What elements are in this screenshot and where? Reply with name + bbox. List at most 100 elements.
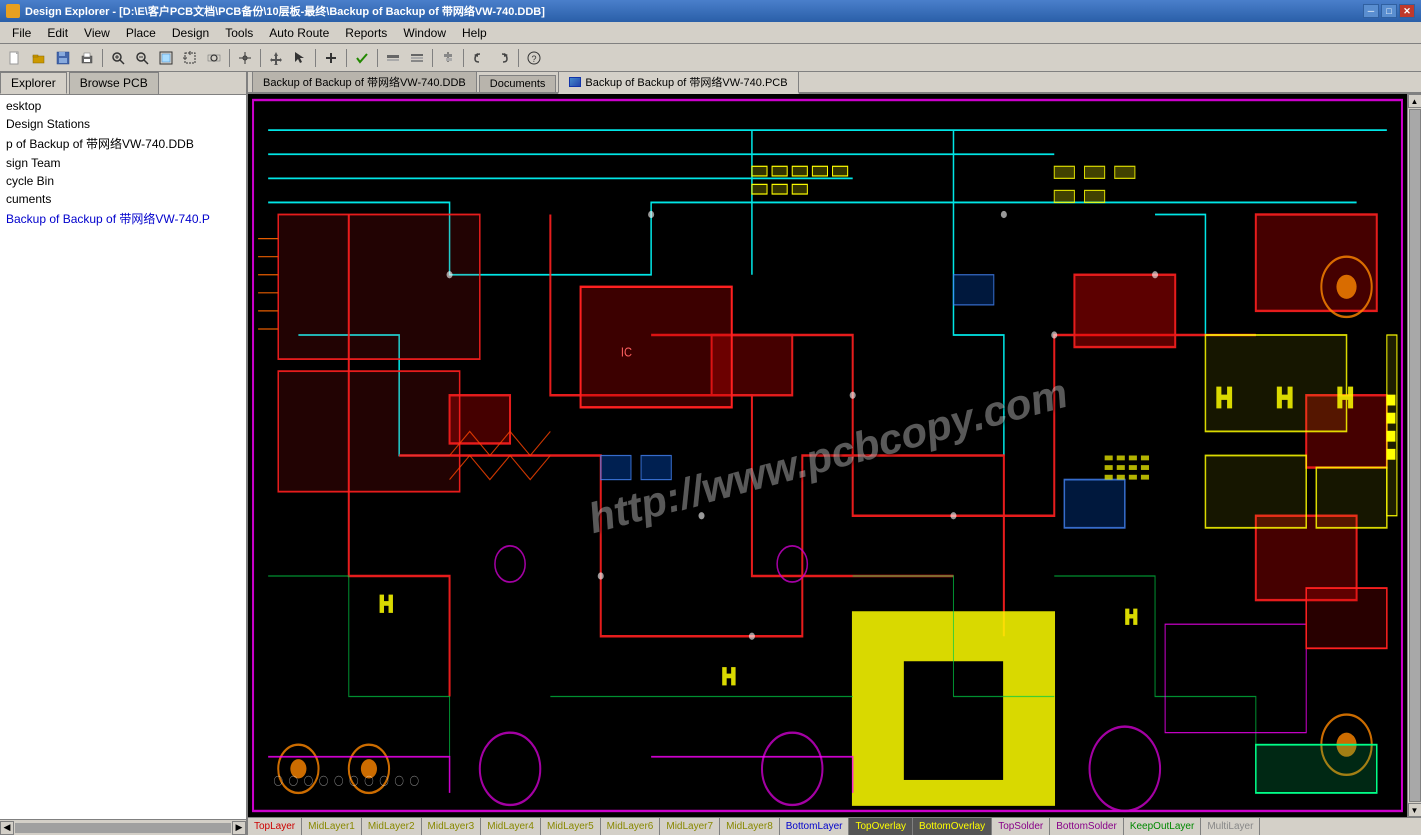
tree-item-ddb[interactable]: p of Backup of 带网络VW-740.DDB <box>2 133 244 154</box>
crosshair-button[interactable] <box>234 47 256 69</box>
layer-tab-mid7[interactable]: MidLayer7 <box>660 818 720 835</box>
tree-item-pcb[interactable]: Backup of Backup of 带网络VW-740.P <box>2 208 244 229</box>
sep7 <box>432 49 433 67</box>
maximize-button[interactable]: □ <box>1381 4 1397 18</box>
doc-tab-ddb[interactable]: Backup of Backup of 带网络VW-740.DDB <box>252 72 477 92</box>
menu-bar: File Edit View Place Design Tools Auto R… <box>0 22 1421 44</box>
layer-tab-top[interactable]: TopLayer <box>248 818 302 835</box>
sep4 <box>315 49 316 67</box>
menu-tools[interactable]: Tools <box>217 24 261 42</box>
pcb-tab-icon <box>569 77 581 87</box>
scroll-left-btn[interactable]: ◀ <box>0 821 14 835</box>
pcb-view-container: H H H H H H <box>248 94 1421 817</box>
sep9 <box>518 49 519 67</box>
doc-tabs: Backup of Backup of 带网络VW-740.DDB Docume… <box>248 72 1421 94</box>
layer-tab-topoverlay[interactable]: TopOverlay <box>849 818 913 835</box>
vertical-scrollbar: ▲ ▼ <box>1407 94 1421 817</box>
tab-browse-pcb[interactable]: Browse PCB <box>69 72 159 94</box>
sep8 <box>463 49 464 67</box>
save-button[interactable] <box>52 47 74 69</box>
title-text: Design Explorer - [D:\E\客户PCB文档\PCB备份\10… <box>25 3 1363 19</box>
layer-tab-bottom[interactable]: BottomLayer <box>780 818 850 835</box>
menu-reports[interactable]: Reports <box>337 24 395 42</box>
layer-tab-mid8[interactable]: MidLayer8 <box>720 818 780 835</box>
tree-item-desktop[interactable]: esktop <box>2 97 244 115</box>
tree-item-sign-team[interactable]: sign Team <box>2 154 244 172</box>
svg-text:?: ? <box>532 54 537 64</box>
print-button[interactable] <box>76 47 98 69</box>
sep3 <box>260 49 261 67</box>
zoom-selected-button[interactable] <box>203 47 225 69</box>
left-tab-bar: Explorer Browse PCB <box>0 72 246 95</box>
layer-tab-mid3[interactable]: MidLayer3 <box>422 818 482 835</box>
scroll-down-btn[interactable]: ▼ <box>1408 803 1421 817</box>
zoom-fit-button[interactable] <box>155 47 177 69</box>
zoom-out-button[interactable] <box>131 47 153 69</box>
tab-explorer[interactable]: Explorer <box>0 72 67 94</box>
tree-item-documents[interactable]: cuments <box>2 190 244 208</box>
doc-tab-ddb-label: Backup of Backup of 带网络VW-740.DDB <box>263 74 466 90</box>
menu-help[interactable]: Help <box>454 24 495 42</box>
title-bar: Design Explorer - [D:\E\客户PCB文档\PCB备份\10… <box>0 0 1421 22</box>
redo-button[interactable] <box>492 47 514 69</box>
doc-tab-pcb-label: Backup of Backup of 带网络VW-740.PCB <box>585 74 787 90</box>
check-button[interactable] <box>351 47 373 69</box>
layer-tab-mid6[interactable]: MidLayer6 <box>601 818 661 835</box>
menu-window[interactable]: Window <box>395 24 454 42</box>
menu-design[interactable]: Design <box>164 24 217 42</box>
main-layout: Explorer Browse PCB esktop Design Statio… <box>0 72 1421 835</box>
layer-tab-topsolder[interactable]: TopSolder <box>992 818 1050 835</box>
scroll-track[interactable] <box>15 823 231 833</box>
menu-view[interactable]: View <box>76 24 118 42</box>
menu-auto-route[interactable]: Auto Route <box>261 24 337 42</box>
layer-tab-mid1[interactable]: MidLayer1 <box>302 818 362 835</box>
layer-tab-mid2[interactable]: MidLayer2 <box>362 818 422 835</box>
pcb-artwork: H H H H H H <box>248 94 1407 817</box>
layer-tab-bottomoverlay[interactable]: BottomOverlay <box>913 818 992 835</box>
layer-tab-mid5[interactable]: MidLayer5 <box>541 818 601 835</box>
svg-text:IC: IC <box>621 345 632 360</box>
explorer-tree[interactable]: esktop Design Stations p of Backup of 带网… <box>0 95 246 819</box>
doc-tab-documents-label: Documents <box>490 78 546 90</box>
scroll-thumb-v[interactable] <box>1409 109 1421 802</box>
sep1 <box>102 49 103 67</box>
tree-item-recycle[interactable]: cycle Bin <box>2 172 244 190</box>
doc-tab-pcb[interactable]: Backup of Backup of 带网络VW-740.PCB <box>558 72 798 94</box>
sep5 <box>346 49 347 67</box>
add-button[interactable] <box>320 47 342 69</box>
sep2 <box>229 49 230 67</box>
align-button[interactable] <box>437 47 459 69</box>
zoom-in-button[interactable] <box>107 47 129 69</box>
scroll-right-btn[interactable]: ▶ <box>232 821 246 835</box>
menu-file[interactable]: File <box>4 24 39 42</box>
help-button[interactable]: ? <box>523 47 545 69</box>
layer-tab-bottomsolder[interactable]: BottomSolder <box>1050 818 1124 835</box>
toolbar: ? <box>0 44 1421 72</box>
doc-tab-documents[interactable]: Documents <box>479 75 557 92</box>
route2-button[interactable] <box>406 47 428 69</box>
zoom-area-button[interactable] <box>179 47 201 69</box>
route1-button[interactable] <box>382 47 404 69</box>
left-scrollbar: ◀ ▶ <box>0 819 246 835</box>
sep6 <box>377 49 378 67</box>
pcb-canvas[interactable]: H H H H H H <box>248 94 1407 817</box>
layer-tab-keepout[interactable]: KeepOutLayer <box>1124 818 1202 835</box>
menu-place[interactable]: Place <box>118 24 164 42</box>
move-button[interactable] <box>265 47 287 69</box>
layer-tab-mid4[interactable]: MidLayer4 <box>481 818 541 835</box>
new-button[interactable] <box>4 47 26 69</box>
tree-item-design-stations[interactable]: Design Stations <box>2 115 244 133</box>
svg-text:H: H <box>379 590 394 617</box>
left-panel: Explorer Browse PCB esktop Design Statio… <box>0 72 248 835</box>
window-controls: ─ □ ✕ <box>1363 4 1415 18</box>
undo-button[interactable] <box>468 47 490 69</box>
menu-edit[interactable]: Edit <box>39 24 76 42</box>
open-button[interactable] <box>28 47 50 69</box>
select-button[interactable] <box>289 47 311 69</box>
svg-text:H: H <box>1216 381 1233 414</box>
layer-tab-multi[interactable]: MultiLayer <box>1201 818 1260 835</box>
app-icon <box>6 4 20 18</box>
close-button[interactable]: ✕ <box>1399 4 1415 18</box>
minimize-button[interactable]: ─ <box>1363 4 1379 18</box>
scroll-up-btn[interactable]: ▲ <box>1408 94 1421 108</box>
